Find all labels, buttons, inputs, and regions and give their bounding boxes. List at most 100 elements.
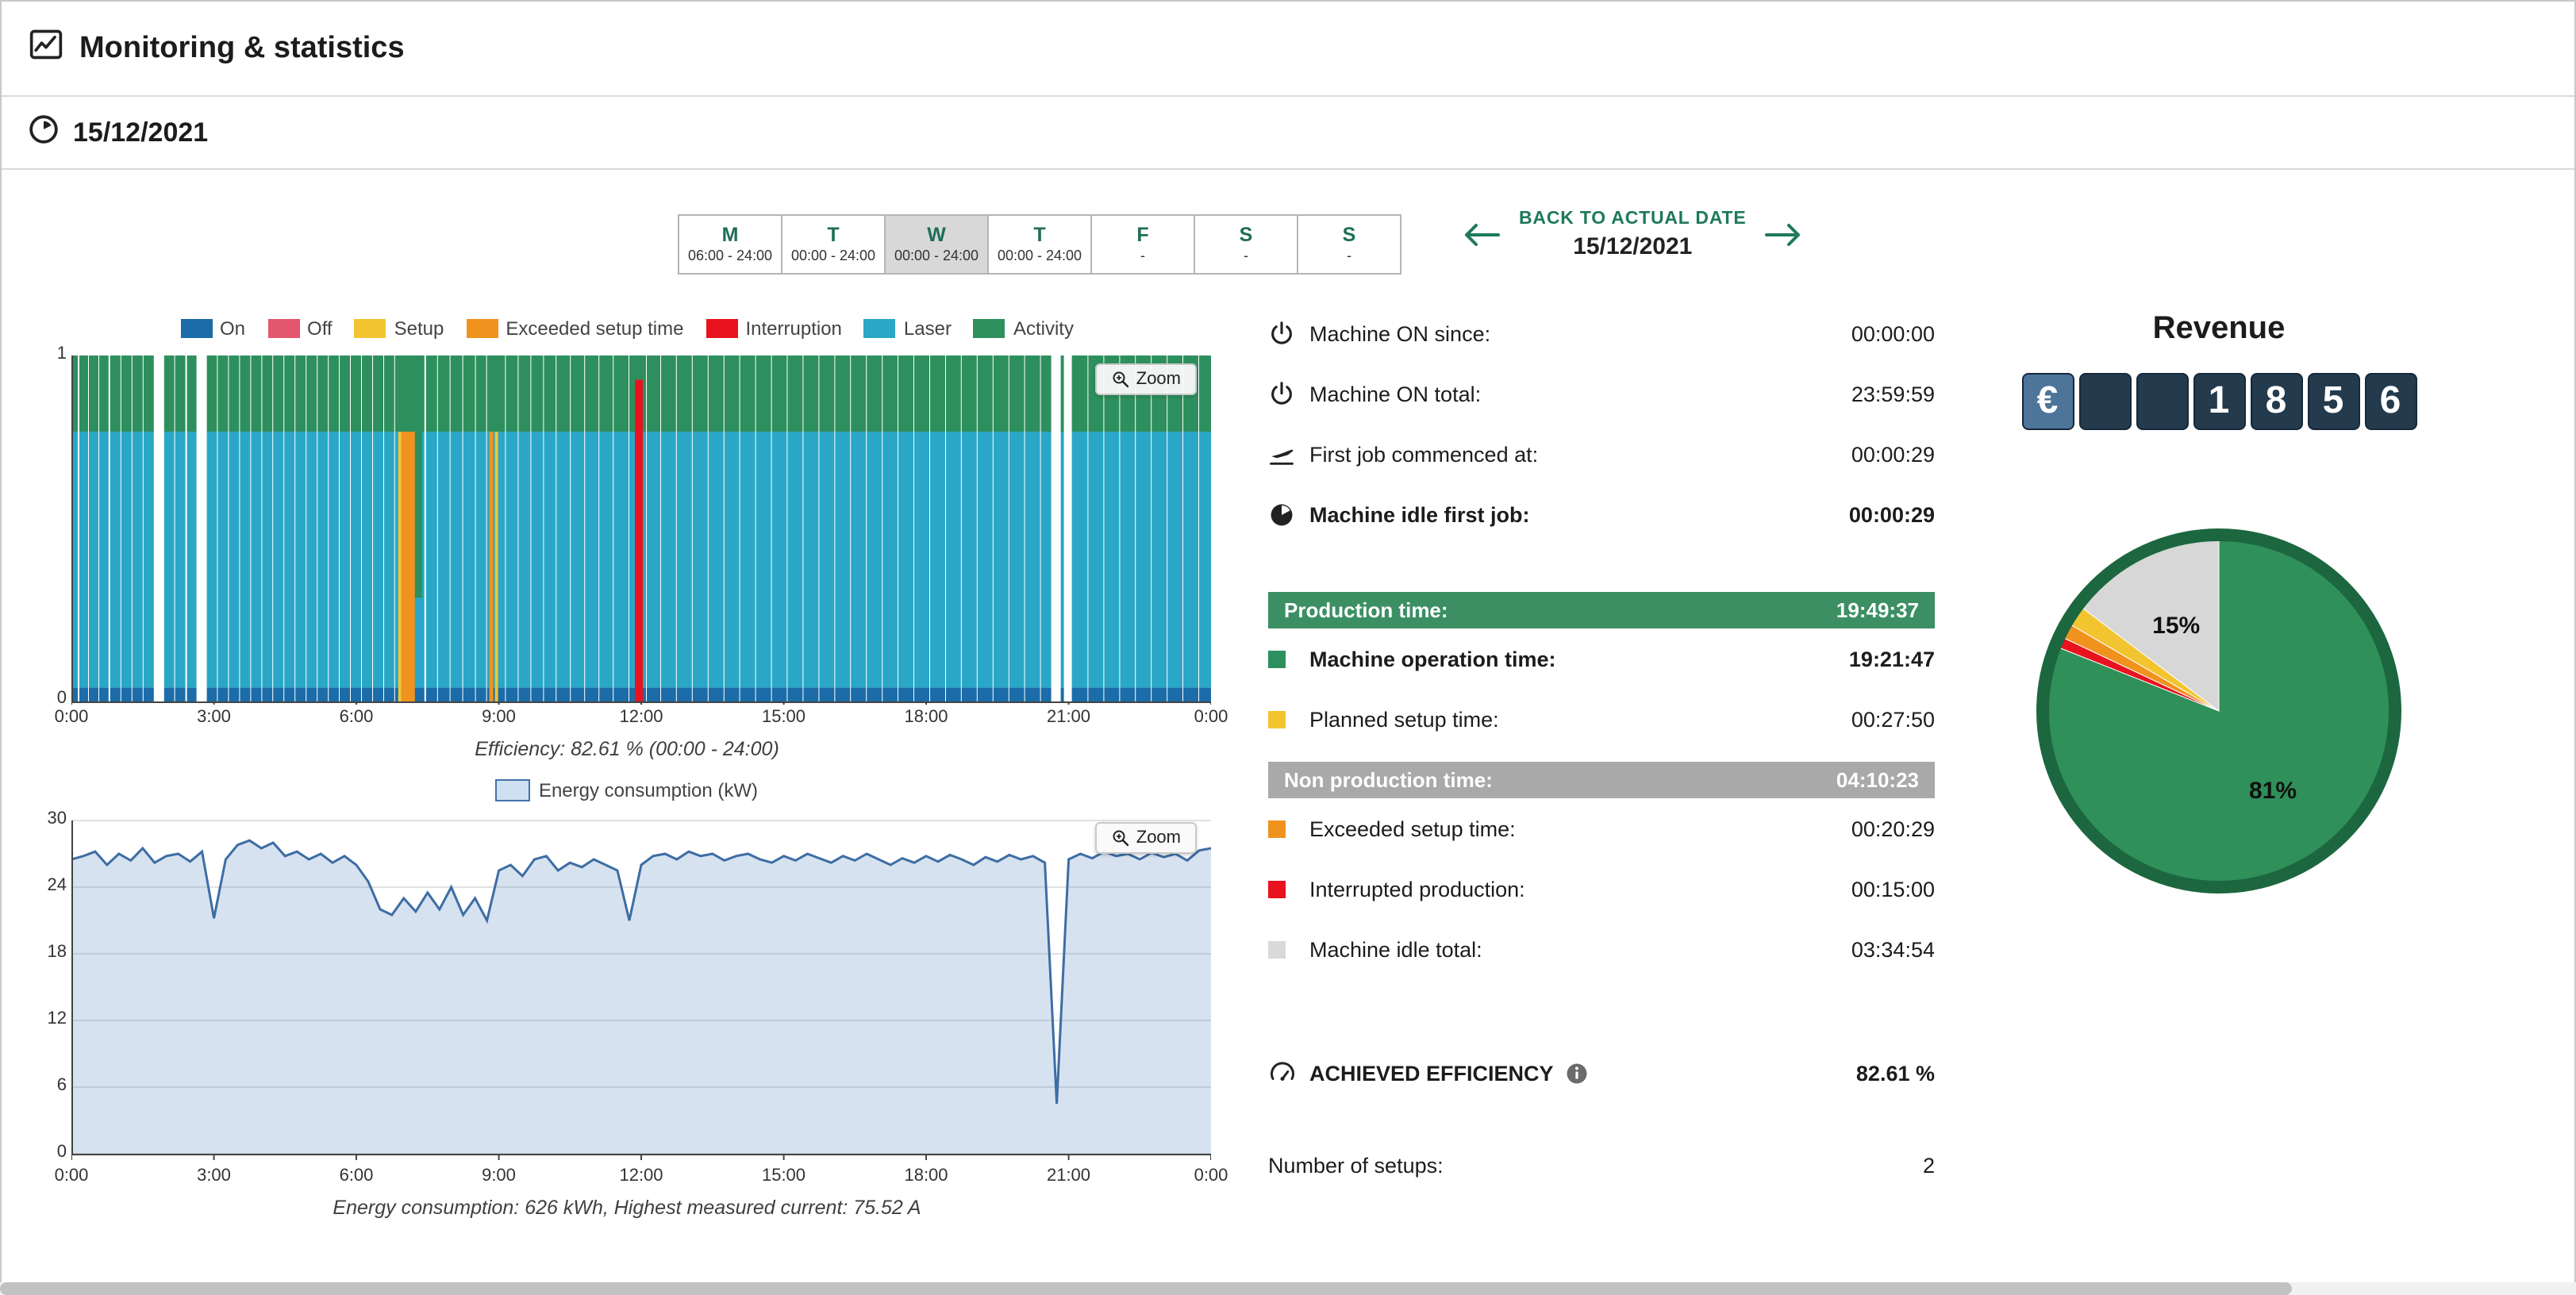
non-production-time-bar: Non production time:04:10:23	[1268, 762, 1935, 798]
y-tick-label: 12	[29, 1009, 67, 1028]
x-tick-label: 15:00	[762, 708, 805, 727]
legend-swatch	[180, 319, 212, 338]
x-tick-label: 15:00	[762, 1166, 805, 1185]
y-tick-label: 0	[29, 1143, 67, 1162]
stat-row: First job commenced at:00:00:29	[1268, 424, 1935, 484]
takeoff-icon	[1268, 440, 1309, 467]
stat-label: First job commenced at:	[1309, 442, 1538, 466]
energy-caption: Energy consumption: 626 kWh, Highest mea…	[27, 1197, 1227, 1219]
legend-item: Interruption	[706, 317, 842, 340]
legend-label: Off	[307, 317, 333, 340]
x-tick-label: 0:00	[55, 1166, 89, 1185]
revenue-digit-tile	[2136, 373, 2188, 430]
revenue-digit-tile: 5	[2307, 373, 2359, 430]
timeline-x-labels: 0:003:006:009:0012:0015:0018:0021:000:00	[71, 708, 1211, 733]
zoom-button[interactable]: Zoom	[1095, 363, 1197, 395]
legend-swatch	[1268, 650, 1286, 667]
x-tick-label: 9:00	[482, 1166, 516, 1185]
title-bar: Monitoring & statistics	[2, 2, 2574, 97]
back-to-actual-date-label[interactable]: BACK TO ACTUAL DATE	[1519, 209, 1747, 229]
gauge-icon	[1268, 1059, 1309, 1087]
weekday-box-3[interactable]: T00:00 - 24:00	[987, 214, 1092, 275]
x-tick-label: 0:00	[1194, 708, 1228, 727]
legend-label: Laser	[904, 317, 952, 340]
legend-swatch	[1268, 820, 1286, 837]
x-tick-label: 0:00	[1194, 1166, 1228, 1185]
charts-column: OnOffSetupExceeded setup timeInterruptio…	[27, 314, 1227, 1219]
energy-chart: 0612182430 Zoom	[71, 811, 1211, 1163]
stat-label: Machine idle total:	[1309, 937, 1482, 961]
weekday-letter: M	[722, 225, 739, 248]
legend-label: Setup	[394, 317, 444, 340]
weekday-box-0[interactable]: M06:00 - 24:00	[678, 214, 782, 275]
zoom-button[interactable]: Zoom	[1095, 822, 1197, 854]
stat-value: 00:20:29	[1851, 817, 1935, 840]
scrollbar-thumb[interactable]	[0, 1282, 2293, 1295]
x-tick-label: 6:00	[340, 1166, 374, 1185]
revenue-digit-tile: 8	[2250, 373, 2302, 430]
x-tick-label: 12:00	[619, 1166, 663, 1185]
revenue-title: Revenue	[1989, 311, 2449, 348]
stat-row: Exceeded setup time:00:20:29	[1268, 798, 1935, 859]
stat-value: 00:27:50	[1851, 707, 1935, 731]
legend-swatch	[864, 319, 896, 338]
stat-row: Machine idle first job:00:00:29	[1268, 484, 1935, 544]
prev-day-arrow[interactable]	[1459, 219, 1503, 251]
x-tick-label: 3:00	[197, 1166, 231, 1185]
next-day-arrow[interactable]	[1763, 219, 1807, 251]
power-icon	[1268, 320, 1309, 347]
legend-swatch	[1268, 880, 1286, 897]
stat-label: Machine ON total:	[1309, 382, 1481, 405]
stat-value: 00:15:00	[1851, 877, 1935, 901]
stat-row: Machine idle total: 03:34:54	[1268, 919, 1935, 979]
stat-row: Machine ON total: 23:59:59	[1268, 363, 1935, 424]
date-bar: 15/12/2021	[2, 97, 2574, 170]
weekday-box-6[interactable]: S-	[1297, 214, 1401, 275]
energy-x-labels: 0:003:006:009:0012:0015:0018:0021:000:00	[71, 1166, 1211, 1192]
info-icon[interactable]	[1565, 1061, 1589, 1085]
legend-item: Laser	[864, 317, 952, 340]
y-tick-label: 18	[29, 943, 67, 962]
energy-chart-svg	[71, 811, 1211, 1163]
monitoring-page: Monitoring & statistics 15/12/2021 M06:0…	[0, 0, 2576, 1295]
x-tick-label: 21:00	[1047, 708, 1090, 727]
selected-date: 15/12/2021	[1573, 233, 1692, 260]
stat-value: 23:59:59	[1851, 382, 1935, 405]
production-time-bar: Production time:19:49:37	[1268, 592, 1935, 628]
stat-label: ACHIEVED EFFICIENCY	[1309, 1061, 1554, 1085]
stat-value: 19:21:47	[1849, 647, 1935, 671]
energy-legend-label: Energy consumption (kW)	[539, 779, 758, 801]
legend-swatch	[706, 319, 738, 338]
weekday-box-2[interactable]: W00:00 - 24:00	[884, 214, 989, 275]
legend-swatch	[974, 319, 1005, 338]
weekday-box-4[interactable]: F-	[1090, 214, 1195, 275]
svg-text:81%: 81%	[2249, 778, 2297, 804]
stat-value: 03:34:54	[1851, 937, 1935, 961]
power-icon	[1268, 380, 1309, 407]
weekday-box-5[interactable]: S-	[1194, 214, 1298, 275]
zoom-button-label: Zoom	[1136, 370, 1181, 389]
legend-swatch	[466, 319, 498, 338]
clock-icon	[29, 113, 59, 152]
energy-legend: Energy consumption (kW)	[27, 776, 1227, 805]
weekday-box-1[interactable]: T00:00 - 24:00	[781, 214, 886, 275]
legend-swatch	[1268, 710, 1286, 728]
page-frame: Monitoring & statistics 15/12/2021 M06:0…	[0, 0, 2576, 1295]
back-to-actual-date[interactable]: BACK TO ACTUAL DATE 15/12/2021	[1519, 209, 1747, 260]
stat-value: 19:49:37	[1836, 598, 1919, 622]
legend-swatch	[1268, 940, 1286, 958]
x-tick-label: 18:00	[904, 1166, 948, 1185]
page-title: Monitoring & statistics	[79, 31, 405, 66]
stat-row: Machine ON since:00:00:00	[1268, 303, 1935, 363]
stat-value: 00:00:00	[1851, 321, 1935, 345]
stat-label: Planned setup time:	[1309, 707, 1499, 731]
legend-item: Activity	[974, 317, 1074, 340]
current-date: 15/12/2021	[73, 117, 208, 148]
zoom-button-label: Zoom	[1136, 828, 1181, 847]
legend-item: Exceeded setup time	[466, 317, 683, 340]
idle-icon	[1268, 501, 1309, 528]
timeline-chart: 1 0 Zoom	[71, 352, 1211, 705]
stat-label: Non production time:	[1284, 768, 1493, 792]
weekday-hours: 00:00 - 24:00	[894, 248, 978, 265]
revenue-column: Revenue €1856 81%15%	[1989, 311, 2449, 909]
